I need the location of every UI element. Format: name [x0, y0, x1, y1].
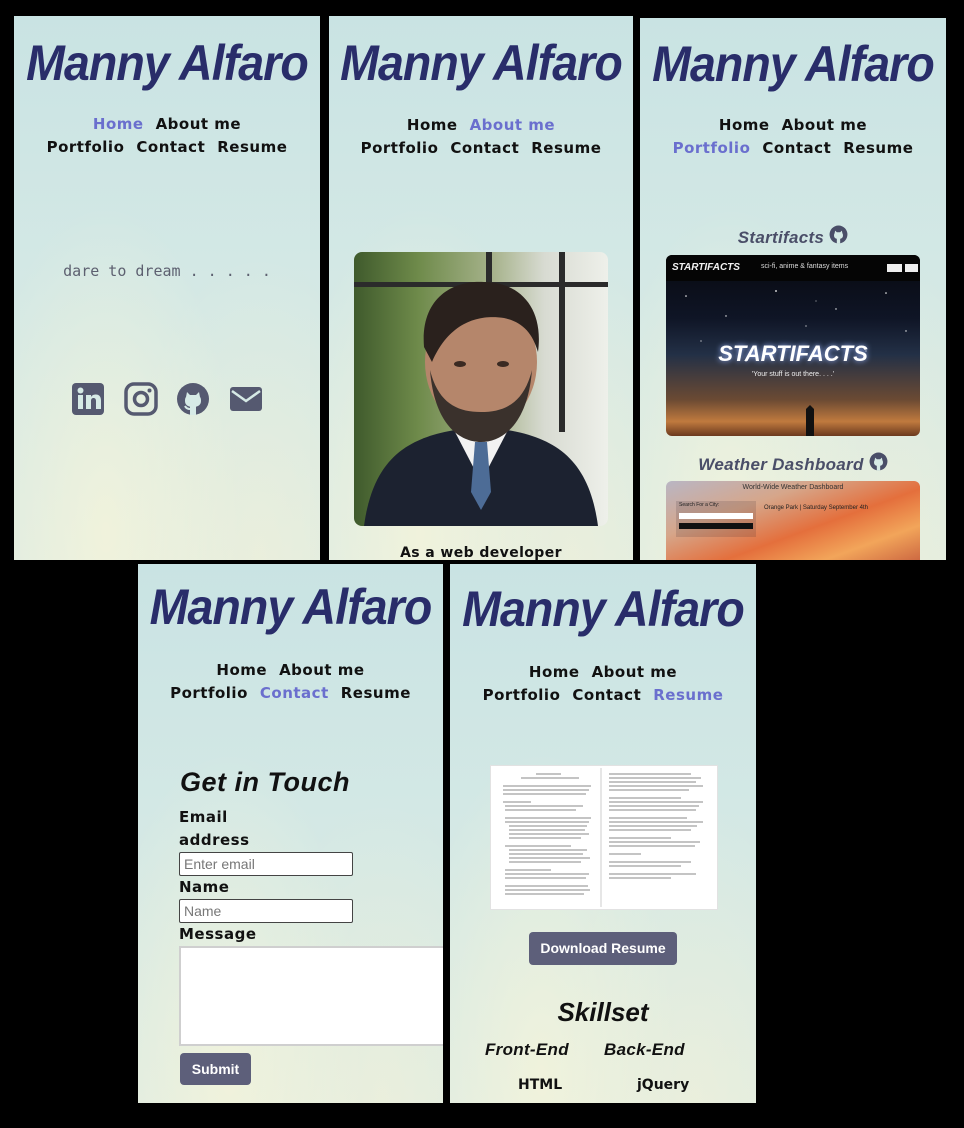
home-page-screenshot: Manny Alfaro Home About me Portfolio Conta…: [14, 16, 320, 560]
startifacts-login-button[interactable]: [887, 264, 902, 272]
back-end-skill: jQuery: [637, 1077, 690, 1093]
social-links: [14, 382, 320, 421]
nav-about[interactable]: About me: [592, 663, 678, 681]
weather-dashboard-screenshot[interactable]: World-Wide Weather Dashboard Search For …: [666, 481, 920, 560]
nav-about[interactable]: About me: [279, 661, 365, 679]
site-logo[interactable]: Manny Alfaro: [149, 578, 433, 636]
project-title-text: Startifacts: [737, 228, 825, 247]
about-page-screenshot: Manny Alfaro Home About me Portfolio Conta…: [329, 16, 633, 560]
nav-portfolio[interactable]: Portfolio: [170, 684, 248, 702]
weather-search-label: Search For a City:: [679, 502, 720, 508]
site-logo[interactable]: Manny Alfaro: [25, 34, 310, 92]
nav-resume[interactable]: Resume: [341, 684, 411, 702]
nav-resume[interactable]: Resume: [217, 138, 287, 156]
main-nav: Home About me Portfolio Contact Resume: [640, 114, 946, 160]
project-title-text: Weather Dashboard: [698, 455, 864, 474]
skillset-heading: Skillset: [557, 997, 649, 1027]
main-nav: Home About me Portfolio Contact Resume: [138, 659, 443, 705]
resume-preview-image[interactable]: [490, 765, 718, 910]
message-textarea[interactable]: [179, 946, 443, 1046]
name-field[interactable]: Name: [179, 899, 353, 923]
envelope-icon[interactable]: [229, 382, 263, 416]
email-label-line-2: address: [179, 831, 250, 849]
nav-contact[interactable]: Contact: [260, 684, 329, 702]
project-title-startifacts: Startifacts: [640, 225, 946, 248]
nav-home[interactable]: Home: [719, 116, 770, 134]
weather-search-button[interactable]: [679, 523, 753, 529]
weather-city-line: Orange Park | Saturday September 4th: [764, 505, 868, 511]
back-end-heading: Back-End: [604, 1040, 685, 1059]
email-field[interactable]: Enter email: [179, 852, 353, 876]
main-nav: Home About me Portfolio Contact Resume: [14, 113, 320, 159]
instagram-icon[interactable]: [124, 382, 158, 416]
nav-resume[interactable]: Resume: [843, 139, 913, 157]
site-logo[interactable]: Manny Alfaro: [461, 580, 746, 638]
nav-contact[interactable]: Contact: [450, 139, 519, 157]
github-icon[interactable]: [829, 225, 848, 244]
email-label-line-1: Email: [179, 808, 228, 826]
nav-contact[interactable]: Contact: [762, 139, 831, 157]
nav-resume[interactable]: Resume: [653, 686, 723, 704]
nav-portfolio[interactable]: Portfolio: [483, 686, 561, 704]
front-end-heading: Front-End: [485, 1040, 569, 1059]
download-resume-button[interactable]: Download Resume: [529, 932, 677, 965]
nav-about[interactable]: About me: [782, 116, 868, 134]
github-icon[interactable]: [176, 382, 210, 416]
nav-resume[interactable]: Resume: [531, 139, 601, 157]
startifacts-hero-subtext: 'Your stuff is out there. . . .': [751, 371, 835, 378]
startifacts-header-tagline: sci-fi, anime & fantasy items: [761, 263, 849, 270]
linkedin-icon[interactable]: [71, 382, 105, 416]
nav-home[interactable]: Home: [529, 663, 580, 681]
resume-page-screenshot: Manny Alfaro Home About me Portfolio Conta…: [450, 564, 756, 1103]
site-logo[interactable]: Manny Alfaro: [340, 34, 623, 92]
contact-page-screenshot: Manny Alfaro Home About me Portfolio Conta…: [138, 564, 443, 1103]
name-label: Name: [179, 878, 230, 896]
nav-home[interactable]: Home: [407, 116, 458, 134]
nav-about[interactable]: About me: [470, 116, 556, 134]
portfolio-page-screenshot: Manny Alfaro Home About me Portfolio Conta…: [640, 18, 946, 560]
contact-heading: Get in Touch: [180, 767, 350, 797]
weather-search-panel: Search For a City:: [676, 501, 756, 537]
startifacts-header-brand: STARTIFACTS: [672, 262, 740, 273]
nav-portfolio[interactable]: Portfolio: [47, 138, 125, 156]
message-label: Message: [179, 925, 257, 943]
nav-home[interactable]: Home: [216, 661, 267, 679]
nav-home[interactable]: Home: [93, 115, 144, 133]
main-nav: Home About me Portfolio Contact Resume: [329, 114, 633, 160]
profile-photo: [354, 252, 608, 526]
startifacts-header-bar: STARTIFACTS sci-fi, anime & fantasy item…: [666, 255, 920, 281]
startifacts-screenshot[interactable]: STARTIFACTS sci-fi, anime & fantasy item…: [666, 255, 920, 436]
nav-portfolio[interactable]: Portfolio: [673, 139, 751, 157]
startifacts-signup-button[interactable]: [905, 264, 918, 272]
submit-button[interactable]: Submit: [180, 1053, 251, 1085]
github-icon[interactable]: [869, 452, 888, 471]
resume-text-lines: [503, 768, 703, 907]
nav-contact[interactable]: Contact: [136, 138, 205, 156]
about-intro-text: As a web developer: [400, 545, 562, 560]
main-nav: Home About me Portfolio Contact Resume: [450, 661, 756, 707]
nav-portfolio[interactable]: Portfolio: [361, 139, 439, 157]
tagline: dare to dream . . . . .: [63, 262, 271, 280]
project-title-weather: Weather Dashboard: [640, 452, 946, 475]
nav-contact[interactable]: Contact: [572, 686, 641, 704]
site-logo[interactable]: Manny Alfaro: [651, 35, 936, 93]
weather-search-input[interactable]: [679, 513, 753, 519]
front-end-skill: HTML: [518, 1077, 563, 1093]
startifacts-hero-text: STARTIFACTS: [718, 341, 868, 366]
weather-header-text: World-Wide Weather Dashboard: [742, 484, 844, 491]
nav-about[interactable]: About me: [156, 115, 242, 133]
